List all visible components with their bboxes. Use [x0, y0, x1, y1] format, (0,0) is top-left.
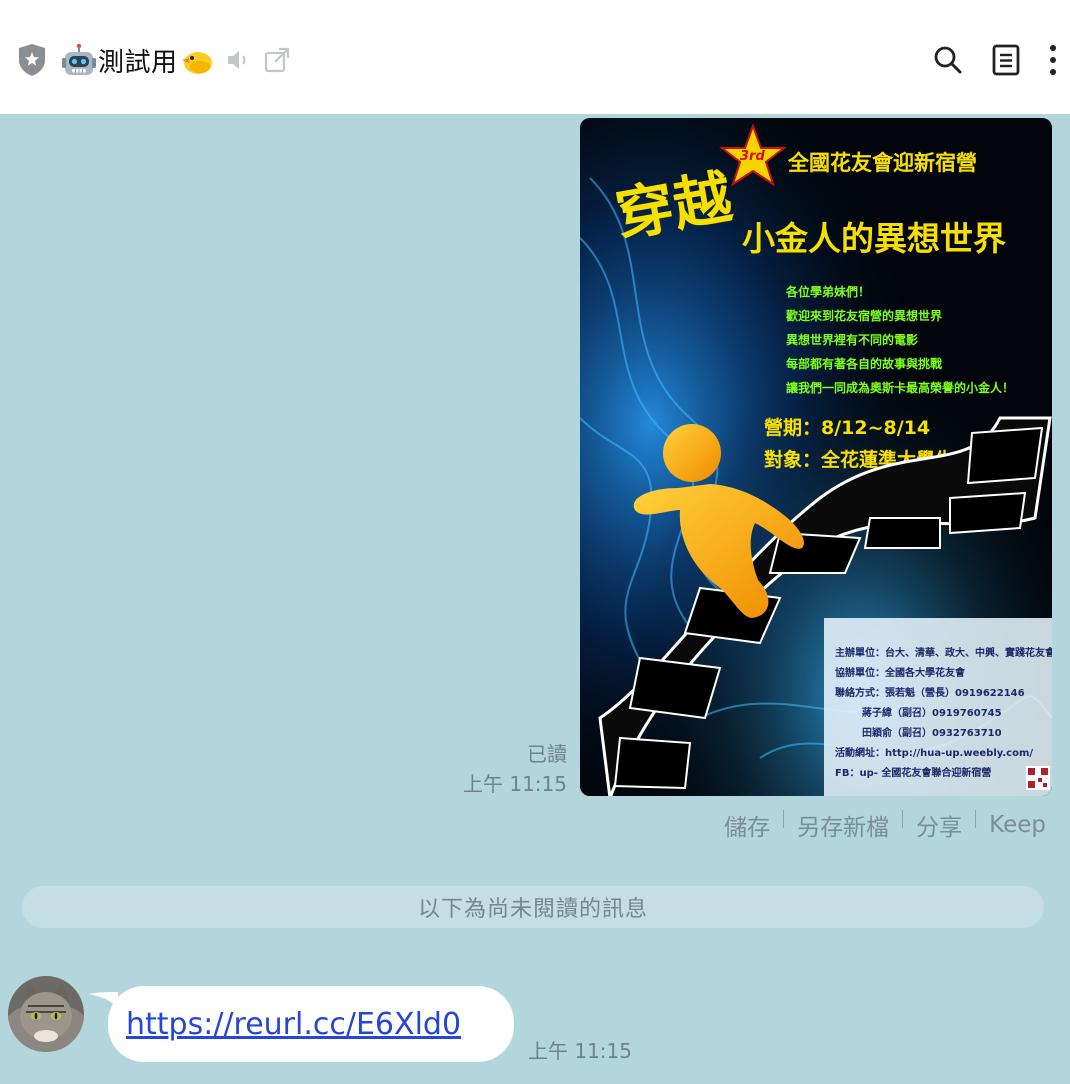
poster-intro-line: 異想世界裡有不同的電影	[786, 332, 918, 347]
poster-info-line: 協辦單位：全國各大學花友會	[835, 666, 966, 679]
poster-intro-line: 每部都有著各自的故事與挑戰	[786, 356, 942, 371]
poster-subtitle: 全國花友會迎新宿營	[787, 151, 977, 175]
poster-info-line: FB：up- 全國花友會聯合迎新宿營	[835, 766, 991, 779]
poster-info-line: 聯絡方式：張若魁（營長）0919622146	[835, 686, 1025, 699]
poster-info-line: 蔣子緯（副召）0919760745	[862, 706, 1002, 719]
speaker-muted-icon[interactable]	[224, 46, 252, 74]
save-as-button[interactable]: 另存新檔	[797, 808, 889, 842]
unread-divider: 以下為尚未閱讀的訊息	[22, 886, 1044, 928]
action-divider	[975, 810, 977, 828]
poster-intro-line: 各位學弟妹們！	[785, 284, 870, 299]
chat-title-area: 測試用	[16, 40, 292, 80]
share-button[interactable]: 分享	[916, 808, 962, 842]
poster-qr-code	[1026, 766, 1050, 790]
robot-emoji-icon	[62, 43, 96, 77]
duck-emoji-icon	[180, 43, 214, 77]
external-link-icon[interactable]	[262, 45, 292, 75]
poster-info-line: 活動網址：http://hua-up.weebly.com/	[835, 746, 1033, 759]
poster-date-line: 營期：8/12~8/14	[764, 416, 930, 439]
chat-header: 測試用	[0, 0, 1070, 114]
incoming-message-bubble: https://reurl.cc/E6Xld0	[108, 986, 514, 1062]
action-divider	[902, 810, 904, 828]
message-link[interactable]: https://reurl.cc/E6Xld0	[126, 1007, 461, 1042]
poster-title-sub: 小金人的異想世界	[742, 219, 1006, 258]
more-vertical-icon[interactable]	[1040, 40, 1066, 80]
avatar[interactable]	[8, 976, 84, 1052]
keep-button[interactable]: Keep	[989, 812, 1046, 838]
image-message-poster[interactable]: 3rd 全國花友會迎新宿營 穿越 小金人的異想世界 各位學弟妹們！ 歡迎來到花友…	[580, 118, 1052, 796]
image-actions: 儲存 另存新檔 分享 Keep	[724, 808, 1046, 842]
action-divider	[783, 810, 785, 828]
chat-name[interactable]: 測試用	[98, 42, 178, 79]
incoming-message-time: 上午 11:15	[528, 1039, 632, 1063]
poster-intro-line: 歡迎來到花友宿營的異想世界	[786, 308, 942, 323]
outgoing-message-time: 上午 11:15	[463, 772, 567, 796]
shield-icon	[16, 42, 48, 78]
search-icon[interactable]	[928, 40, 968, 80]
poster-intro-line: 讓我們一同成為奧斯卡最高榮譽的小金人！	[786, 380, 1014, 395]
read-receipt: 已讀	[527, 742, 567, 766]
save-button[interactable]: 儲存	[724, 808, 770, 842]
poster-edition: 3rd	[740, 149, 765, 164]
poster-info-line: 主辦單位：台大、清華、政大、中興、實踐花友會	[835, 646, 1052, 659]
poster-info-line: 田穎俞（副召）0932763710	[862, 726, 1002, 739]
notes-icon[interactable]	[986, 40, 1026, 80]
header-actions	[928, 40, 1070, 80]
